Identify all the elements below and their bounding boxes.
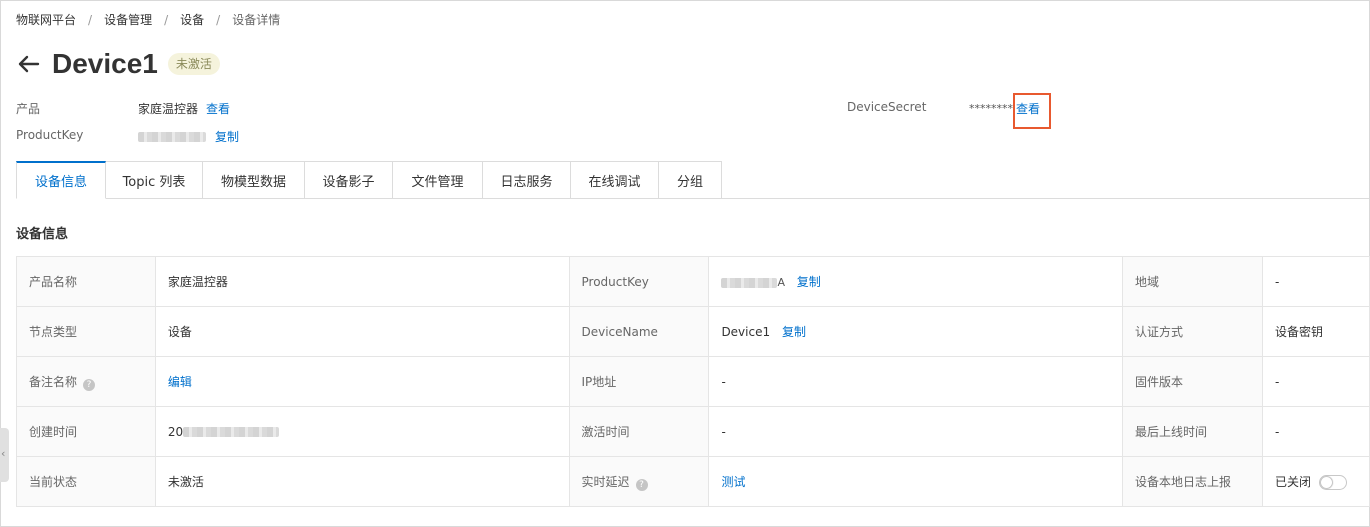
local-log-report-toggle[interactable] <box>1318 475 1347 490</box>
productkey-label: ProductKey <box>16 128 84 142</box>
side-collapse-handle[interactable]: ‹ <box>0 428 9 482</box>
tab-group[interactable]: 分组 <box>659 161 722 199</box>
productkey-value-group: 复制 <box>138 128 239 145</box>
breadcrumb: 物联网平台 / 设备管理 / 设备 / 设备详情 <box>16 11 280 28</box>
productkey-cell-suffix: A <box>777 276 785 289</box>
breadcrumb-separator: / <box>88 12 93 27</box>
ip-address-value: - <box>708 356 1123 407</box>
tab-file-management[interactable]: 文件管理 <box>393 161 483 199</box>
productkey-cell-copy-link[interactable]: 复制 <box>797 275 821 289</box>
ip-address-label: IP地址 <box>568 356 710 407</box>
devicename-value: Device1 <box>721 325 771 339</box>
activated-time-value: - <box>708 406 1123 457</box>
created-time-redacted <box>183 427 280 437</box>
table-row: 产品名称 家庭温控器 ProductKey A 复制 地域 - <box>16 256 1370 307</box>
title-row: Device1 未激活 <box>14 46 220 82</box>
local-log-report-label: 设备本地日志上报 <box>1122 456 1263 507</box>
help-icon[interactable]: ? <box>83 378 96 391</box>
breadcrumb-separator: / <box>216 12 221 27</box>
local-log-report-status: 已关闭 <box>1274 475 1311 489</box>
devicename-copy-link[interactable]: 复制 <box>782 325 806 339</box>
table-row: 创建时间 20 激活时间 - 最后上线时间 - <box>16 406 1370 457</box>
region-value: - <box>1261 256 1370 307</box>
devicename-cell: Device1 复制 <box>708 306 1123 357</box>
remark-name-label-cell: 备注名称? <box>16 356 156 407</box>
back-arrow-icon[interactable] <box>14 50 42 78</box>
tab-bar: 设备信息 Topic 列表 物模型数据 设备影子 文件管理 日志服务 在线调试 … <box>16 161 722 199</box>
productkey-copy-link[interactable]: 复制 <box>215 128 239 145</box>
table-row: 当前状态 未激活 实时延迟? 测试 设备本地日志上报 已关闭 <box>16 456 1370 507</box>
page-title: Device1 <box>52 48 158 79</box>
realtime-latency-label: 实时延迟 <box>581 474 630 489</box>
breadcrumb-item-device-management[interactable]: 设备管理 <box>104 11 152 28</box>
productkey-cell-label: ProductKey <box>568 256 710 307</box>
created-time-label: 创建时间 <box>16 406 156 457</box>
auth-method-value: 设备密钥 <box>1261 306 1370 357</box>
node-type-label: 节点类型 <box>16 306 156 357</box>
remark-name-cell: 编辑 <box>154 356 570 407</box>
created-time-prefix: 20 <box>167 424 184 439</box>
tabs-divider <box>722 198 1369 199</box>
product-value: 家庭温控器 <box>138 102 199 116</box>
productkey-redacted <box>138 131 206 142</box>
firmware-version-value: - <box>1261 356 1370 407</box>
breadcrumb-separator: / <box>164 12 169 27</box>
breadcrumb-item-device[interactable]: 设备 <box>180 11 204 28</box>
activated-time-label: 激活时间 <box>568 406 710 457</box>
table-row: 节点类型 设备 DeviceName Device1 复制 认证方式 设备密钥 <box>16 306 1370 357</box>
tab-device-shadow[interactable]: 设备影子 <box>305 161 393 199</box>
section-title: 设备信息 <box>16 227 69 242</box>
current-status-value: 未激活 <box>154 456 570 507</box>
tab-online-debug[interactable]: 在线调试 <box>571 161 659 199</box>
auth-method-label: 认证方式 <box>1122 306 1263 357</box>
breadcrumb-item-iot-platform[interactable]: 物联网平台 <box>16 11 76 28</box>
created-time-cell: 20 <box>154 406 570 457</box>
highlight-box <box>1013 93 1051 129</box>
device-info-table: 产品名称 家庭温控器 ProductKey A 复制 地域 - 节点类型 设备 … <box>16 256 1370 507</box>
remark-edit-link[interactable]: 编辑 <box>168 375 192 389</box>
breadcrumb-item-device-detail: 设备详情 <box>232 13 281 27</box>
region-label: 地域 <box>1122 256 1263 307</box>
tab-topic-list[interactable]: Topic 列表 <box>106 161 203 199</box>
productkey-cell-redacted <box>721 277 778 288</box>
table-row: 备注名称? 编辑 IP地址 - 固件版本 - <box>16 356 1370 407</box>
product-view-link[interactable]: 查看 <box>206 100 230 117</box>
remark-name-label: 备注名称 <box>29 374 78 389</box>
realtime-latency-label-cell: 实时延迟? <box>568 456 710 507</box>
product-name-value: 家庭温控器 <box>154 256 570 307</box>
latency-test-link[interactable]: 测试 <box>721 475 745 489</box>
devicesecret-label: DeviceSecret <box>847 100 927 114</box>
chevron-left-icon: ‹ <box>1 447 6 460</box>
status-badge: 未激活 <box>167 53 220 75</box>
current-status-label: 当前状态 <box>16 456 156 507</box>
last-online-time-value: - <box>1261 406 1370 457</box>
firmware-version-label: 固件版本 <box>1122 356 1263 407</box>
product-label: 产品 <box>16 102 41 116</box>
help-icon[interactable]: ? <box>635 478 648 491</box>
productkey-cell: A 复制 <box>708 256 1123 307</box>
product-name-label: 产品名称 <box>16 256 156 307</box>
last-online-time-label: 最后上线时间 <box>1122 406 1263 457</box>
tab-device-info[interactable]: 设备信息 <box>16 161 106 199</box>
devicesecret-masked: ******** <box>969 102 1013 115</box>
realtime-latency-cell: 测试 <box>708 456 1123 507</box>
local-log-report-cell: 已关闭 <box>1261 456 1370 507</box>
devicename-label: DeviceName <box>568 306 710 357</box>
node-type-value: 设备 <box>154 306 570 357</box>
tab-thing-model-data[interactable]: 物模型数据 <box>203 161 305 199</box>
product-value-group: 家庭温控器 查看 <box>138 100 230 117</box>
tab-log-service[interactable]: 日志服务 <box>483 161 571 199</box>
